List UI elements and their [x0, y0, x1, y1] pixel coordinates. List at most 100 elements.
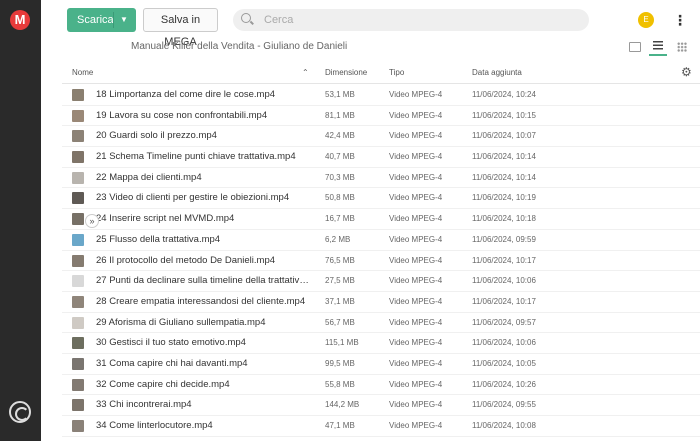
file-type: Video MPEG-4 [389, 193, 443, 203]
file-type: Video MPEG-4 [389, 400, 443, 410]
video-thumbnail-icon [72, 233, 84, 246]
more-menu-icon[interactable]: ⋮ [673, 12, 687, 28]
file-type: Video MPEG-4 [389, 234, 443, 244]
file-date: 11/06/2024, 10:24 [472, 90, 536, 99]
video-thumbnail-icon [72, 109, 84, 122]
file-type: Video MPEG-4 [389, 110, 443, 120]
file-name: 22 Mappa dei clienti.mp4 [96, 171, 202, 183]
video-thumbnail-icon [72, 316, 84, 329]
video-thumbnail-icon [72, 295, 84, 308]
file-date: 11/06/2024, 09:57 [472, 317, 536, 327]
thumbnail-view-icon[interactable] [625, 38, 643, 56]
file-date: 11/06/2024, 10:06 [472, 276, 536, 286]
table-row[interactable]: 29 Aforisma di Giuliano sullempatia.mp4 5… [62, 313, 700, 334]
table-row[interactable]: 28 Creare empatia interessandosi del cli… [62, 292, 700, 313]
file-date: 11/06/2024, 10:07 [472, 131, 536, 141]
mega-logo[interactable]: M [10, 10, 30, 30]
table-row[interactable]: 26 Il protocollo del metodo De Danieli.m… [62, 251, 700, 272]
file-date: 11/06/2024, 10:05 [472, 358, 536, 368]
file-type: Video MPEG-4 [389, 214, 443, 224]
file-type: Video MPEG-4 [389, 338, 443, 348]
main-panel: Scarica ▼ Salva in MEGA Cerca E ⋮ Manual… [41, 0, 700, 441]
table-row[interactable]: 24 Inserire script nel MVMD.mp4 16,7 MB Vi… [62, 209, 700, 230]
expand-sidebar-icon[interactable]: » [85, 214, 99, 228]
transfer-manager-icon[interactable] [9, 401, 31, 423]
column-size[interactable]: Dimensione [325, 62, 367, 84]
grid-view-icon[interactable] [673, 38, 691, 56]
file-name: 33 Chi incontrerai.mp4 [96, 399, 192, 411]
file-size: 144,2 MB [325, 400, 360, 410]
video-thumbnail-icon [72, 420, 84, 432]
file-size: 53,1 MB [325, 90, 355, 99]
avatar[interactable]: E [638, 12, 654, 28]
file-type: Video MPEG-4 [389, 90, 443, 99]
table-row[interactable]: 30 Gestisci il tuo stato emotivo.mp4 115,… [62, 333, 700, 354]
save-to-mega-button[interactable]: Salva in MEGA [143, 8, 218, 48]
gear-icon[interactable]: ⚙ [681, 66, 693, 78]
file-date: 11/06/2024, 10:14 [472, 172, 536, 182]
file-name: 32 Come capire chi decide.mp4 [96, 378, 230, 390]
file-size: 70,3 MB [325, 172, 355, 182]
file-date: 11/06/2024, 09:59 [472, 234, 536, 244]
file-date: 11/06/2024, 10:17 [472, 255, 536, 265]
file-size: 56,7 MB [325, 317, 355, 327]
file-size: 16,7 MB [325, 214, 355, 224]
video-thumbnail-icon [72, 275, 84, 288]
file-size: 37,1 MB [325, 296, 355, 306]
breadcrumb[interactable]: Manuale Killer della Vendita - Giuliano … [131, 41, 347, 53]
file-size: 6,2 MB [325, 234, 351, 244]
file-name: 18 Limportanza del come dire le cose.mp4 [96, 89, 276, 100]
file-size: 115,1 MB [325, 338, 359, 348]
file-type: Video MPEG-4 [389, 379, 443, 389]
file-type: Video MPEG-4 [389, 317, 443, 327]
file-type: Video MPEG-4 [389, 276, 443, 286]
file-name: 23 Video di clienti per gestire le obiez… [96, 192, 290, 204]
table-row[interactable]: 34 Come linterlocutore.mp4 47,1 MB Video M… [62, 416, 700, 437]
table-row[interactable]: 32 Come capire chi decide.mp4 55,8 MB Vide… [62, 375, 700, 396]
file-date: 11/06/2024, 10:15 [472, 110, 536, 120]
table-row[interactable]: 23 Video di clienti per gestire le obiez… [62, 188, 700, 210]
video-thumbnail-icon [72, 192, 84, 205]
file-list: 18 Limportanza del come dire le cose.mp4… [62, 85, 700, 437]
list-view-icon[interactable] [649, 38, 667, 56]
table-row[interactable]: 21 Schema Timeline punti chiave trattati… [62, 147, 700, 168]
file-date: 11/06/2024, 10:19 [472, 193, 536, 203]
table-row[interactable]: 25 Flusso della trattativa.mp4 6,2 MB Vide… [62, 230, 700, 251]
file-date: 11/06/2024, 09:55 [472, 400, 536, 410]
video-thumbnail-icon [72, 378, 84, 391]
video-thumbnail-icon [72, 357, 84, 370]
file-name: 25 Flusso della trattativa.mp4 [96, 233, 221, 245]
table-row[interactable]: 19 Lavora su cose non confrontabili.mp4 8… [62, 106, 700, 127]
table-row[interactable]: 27 Punti da declinare sulla timeline del… [62, 271, 700, 292]
video-thumbnail-icon [72, 254, 84, 267]
file-size: 50,8 MB [325, 193, 355, 203]
table-row[interactable]: 20 Guardi solo il prezzo.mp4 42,4 MB Video… [62, 126, 700, 148]
video-thumbnail-icon [72, 89, 84, 101]
file-date: 11/06/2024, 10:26 [472, 379, 536, 389]
file-name: 28 Creare empatia interessandosi del cli… [96, 295, 306, 307]
video-thumbnail-icon [72, 337, 84, 350]
table-row[interactable]: 33 Chi incontrerai.mp4 144,2 MB Video MPEG… [62, 395, 700, 416]
top-bar: Scarica ▼ Salva in MEGA Cerca E ⋮ [41, 0, 700, 48]
download-button[interactable]: Scarica ▼ [67, 8, 136, 32]
file-size: 55,8 MB [325, 379, 355, 389]
file-type: Video MPEG-4 [389, 131, 443, 141]
sort-ascending-icon[interactable]: ⌃ [302, 62, 309, 84]
video-thumbnail-icon [72, 399, 84, 412]
column-date[interactable]: Data aggiunta [472, 62, 522, 84]
left-rail: M [0, 0, 41, 441]
file-name: 20 Guardi solo il prezzo.mp4 [96, 130, 217, 142]
file-type: Video MPEG-4 [389, 172, 443, 182]
table-header: Nome ⌃ Dimensione Tipo Data aggiunta ⚙ [62, 62, 700, 84]
file-date: 11/06/2024, 10:17 [472, 296, 536, 306]
column-type[interactable]: Tipo [389, 62, 404, 84]
column-name[interactable]: Nome [72, 62, 93, 84]
video-thumbnail-icon [72, 213, 84, 226]
table-row[interactable]: 18 Limportanza del come dire le cose.mp4… [62, 85, 700, 106]
file-name: 26 Il protocollo del metodo De Danieli.m… [96, 254, 276, 266]
table-row[interactable]: 31 Coma capire chi hai davanti.mp4 99,5 M… [62, 354, 700, 375]
file-size: 76,5 MB [325, 255, 355, 265]
chevron-down-icon[interactable]: ▼ [120, 8, 128, 32]
download-separator [113, 12, 114, 28]
table-row[interactable]: 22 Mappa dei clienti.mp4 70,3 MB Video MPE… [62, 168, 700, 189]
